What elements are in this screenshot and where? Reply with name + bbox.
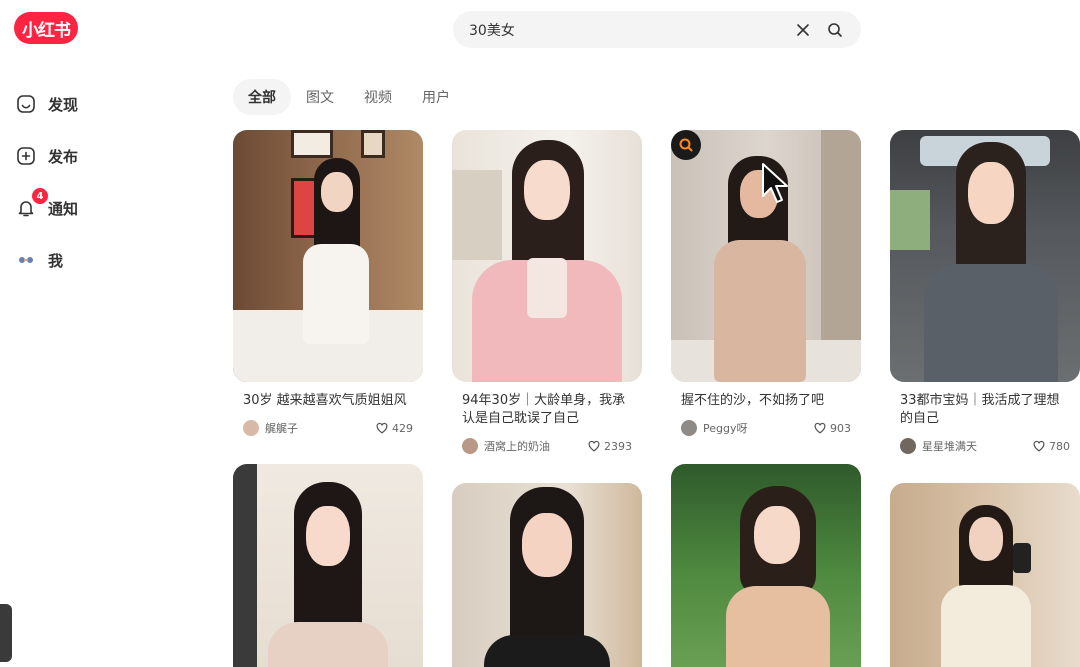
search-input[interactable] (469, 21, 785, 38)
search-icon (679, 138, 693, 152)
sidebar-item-discover[interactable]: 发现 (0, 78, 200, 130)
note-meta: 酒窝上的奶油 2393 (452, 436, 642, 456)
author-name[interactable]: 艉艉子 (265, 420, 375, 436)
person-figure (472, 487, 622, 667)
avatar[interactable] (900, 438, 916, 454)
note-card[interactable] (233, 464, 423, 667)
tab-user[interactable]: 用户 (407, 79, 465, 115)
close-icon[interactable] (789, 16, 817, 44)
person-figure (916, 142, 1066, 382)
author-name[interactable]: Peggy呀 (703, 420, 813, 436)
car-pillar (233, 464, 257, 667)
note-title[interactable]: 33都市宝妈｜我活成了理想的自己 (890, 392, 1080, 428)
person-figure (289, 158, 379, 382)
heart-icon (376, 422, 388, 434)
note-title[interactable]: 94年30岁｜大龄单身，我承认是自己耽误了自己 (452, 392, 642, 428)
notification-badge: 4 (32, 188, 48, 204)
heart-icon (588, 440, 600, 452)
search-bar (453, 11, 861, 48)
results-grid: 30岁 越来越喜欢气质姐姐风 艉艉子 429 94年30岁｜大龄单身，我承认是自… (233, 130, 1080, 667)
note-cover-image[interactable] (671, 464, 861, 667)
note-title[interactable]: 握不住的沙，不如扬了吧 (671, 392, 861, 410)
discover-icon (16, 94, 36, 114)
search-lens-badge[interactable] (671, 130, 701, 160)
like-count[interactable]: 2393 (587, 439, 632, 453)
collapse-handle[interactable] (0, 604, 12, 662)
note-cover-image[interactable] (233, 464, 423, 667)
like-value: 429 (392, 421, 413, 435)
avatar[interactable] (462, 438, 478, 454)
sidebar: 发现 发布 4 通知 我 (0, 78, 200, 286)
wall-frame (361, 130, 385, 158)
note-cover-image[interactable] (671, 130, 861, 382)
like-value: 903 (830, 421, 851, 435)
sidebar-item-publish[interactable]: 发布 (0, 130, 200, 182)
xiaohongshu-logo[interactable]: 小红书 (14, 12, 78, 44)
note-cover-image[interactable] (890, 130, 1080, 382)
search-icon[interactable] (821, 16, 849, 44)
person-figure (258, 482, 398, 667)
note-card[interactable]: 94年30岁｜大龄单身，我承认是自己耽误了自己 酒窝上的奶油 2393 (452, 130, 642, 456)
note-cover-image[interactable] (452, 483, 642, 667)
like-count[interactable]: 780 (1032, 439, 1070, 453)
sidebar-item-label: 发现 (48, 95, 79, 114)
note-meta: Peggy呀 903 (671, 418, 861, 438)
note-cover-image[interactable] (233, 130, 423, 382)
note-card[interactable]: 33都市宝妈｜我活成了理想的自己 星星堆满天 780 (890, 130, 1080, 456)
wall-frame (291, 130, 333, 158)
like-count[interactable]: 429 (375, 421, 413, 435)
author-name[interactable]: 酒窝上的奶油 (484, 438, 587, 454)
like-value: 2393 (604, 439, 632, 453)
tab-video[interactable]: 视频 (349, 79, 407, 115)
note-cover-image[interactable] (452, 130, 642, 382)
app-window: 小红书 发现 发布 4 通知 我 30美女 全部 图文 视频 用户 30岁 越来… (0, 0, 1080, 667)
note-card[interactable] (671, 464, 861, 667)
person-figure (472, 140, 622, 382)
sidebar-item-label: 我 (48, 251, 64, 270)
heart-icon (1033, 440, 1045, 452)
filter-tabs: 全部 图文 视频 用户 (233, 79, 465, 115)
avatar[interactable] (243, 420, 259, 436)
like-count[interactable]: 903 (813, 421, 851, 435)
note-title[interactable]: 30岁 越来越喜欢气质姐姐风 (233, 392, 423, 410)
sidebar-item-label: 通知 (48, 199, 79, 218)
note-card[interactable] (452, 483, 642, 667)
sidebar-item-notifications[interactable]: 4 通知 (0, 182, 200, 234)
person-figure (700, 156, 820, 382)
heart-icon (814, 422, 826, 434)
sidebar-item-label: 发布 (48, 147, 79, 166)
sidebar-item-me[interactable]: 我 (0, 234, 200, 286)
like-value: 780 (1049, 439, 1070, 453)
note-meta: 艉艉子 429 (233, 418, 423, 438)
author-name[interactable]: 星星堆满天 (922, 438, 1032, 454)
person-figure (716, 486, 836, 667)
person-figure (925, 505, 1045, 667)
avatar[interactable] (681, 420, 697, 436)
note-card[interactable] (890, 483, 1080, 667)
profile-icon (16, 250, 36, 270)
plus-square-icon (16, 146, 36, 166)
mouse-cursor-icon (762, 163, 788, 203)
note-card[interactable]: 30岁 越来越喜欢气质姐姐风 艉艉子 429 (233, 130, 423, 438)
note-meta: 星星堆满天 780 (890, 436, 1080, 456)
tab-all[interactable]: 全部 (233, 79, 291, 115)
note-card[interactable]: 握不住的沙，不如扬了吧 Peggy呀 903 (671, 130, 861, 438)
note-cover-image[interactable] (890, 483, 1080, 667)
tab-image-text[interactable]: 图文 (291, 79, 349, 115)
